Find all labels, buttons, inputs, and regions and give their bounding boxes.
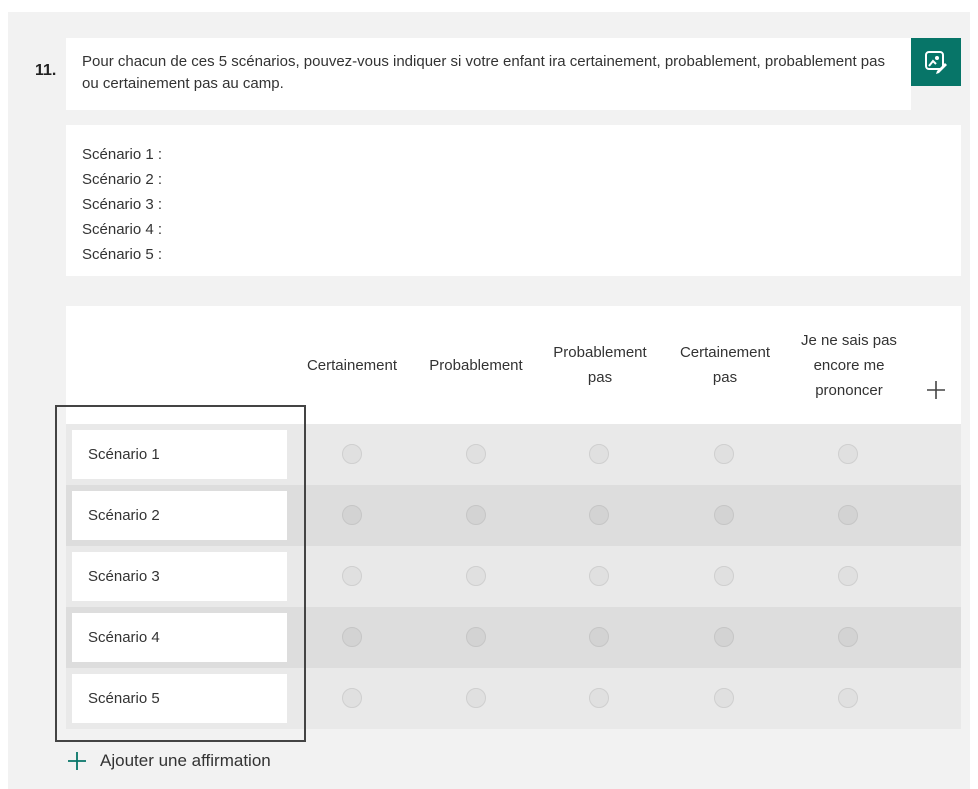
- column-header[interactable]: Certainement: [296, 306, 408, 424]
- question-subtitle[interactable]: Scénario 1 : Scénario 2 : Scénario 3 : S…: [66, 125, 961, 276]
- radio-option[interactable]: [466, 505, 486, 525]
- radio-option[interactable]: [466, 627, 486, 647]
- radio-option[interactable]: [838, 444, 858, 464]
- column-header[interactable]: Probablement: [416, 306, 536, 424]
- radio-option[interactable]: [342, 627, 362, 647]
- add-statement-label: Ajouter une affirmation: [100, 751, 271, 770]
- column-header[interactable]: Probablement pas: [540, 306, 660, 424]
- radio-option[interactable]: [714, 444, 734, 464]
- radio-option[interactable]: [342, 505, 362, 525]
- radio-option[interactable]: [714, 627, 734, 647]
- radio-option[interactable]: [714, 505, 734, 525]
- radio-option[interactable]: [466, 566, 486, 586]
- radio-option[interactable]: [589, 566, 609, 586]
- question-title[interactable]: Pour chacun de ces 5 scénarios, pouvez-v…: [66, 38, 911, 110]
- radio-option[interactable]: [838, 688, 858, 708]
- radio-option[interactable]: [342, 688, 362, 708]
- column-header[interactable]: Certainement pas: [666, 306, 784, 424]
- subtitle-line: Scénario 4 :: [82, 221, 163, 238]
- subtitle-line: Scénario 2 :: [82, 171, 163, 188]
- add-column-icon[interactable]: [924, 378, 948, 402]
- plus-icon: [68, 752, 86, 770]
- radio-option[interactable]: [714, 566, 734, 586]
- radio-option[interactable]: [589, 688, 609, 708]
- edit-icon: [925, 51, 947, 74]
- annotation-highlight-box: [55, 405, 306, 742]
- radio-option[interactable]: [838, 627, 858, 647]
- radio-option[interactable]: [714, 688, 734, 708]
- radio-option[interactable]: [342, 444, 362, 464]
- subtitle-line: Scénario 3 :: [82, 196, 163, 213]
- radio-option[interactable]: [589, 627, 609, 647]
- radio-option[interactable]: [466, 688, 486, 708]
- column-header[interactable]: Je ne sais pas encore me prononcer: [790, 306, 908, 424]
- radio-option[interactable]: [342, 566, 362, 586]
- radio-option[interactable]: [838, 566, 858, 586]
- subtitle-line: Scénario 1 :: [82, 146, 163, 163]
- subtitle-line: Scénario 5 :: [82, 246, 163, 263]
- question-number: 11.: [35, 62, 57, 79]
- radio-option[interactable]: [466, 444, 486, 464]
- edit-image-button[interactable]: [911, 38, 961, 86]
- radio-option[interactable]: [589, 444, 609, 464]
- radio-option[interactable]: [838, 505, 858, 525]
- radio-option[interactable]: [589, 505, 609, 525]
- add-statement-button[interactable]: Ajouter une affirmation: [66, 748, 271, 774]
